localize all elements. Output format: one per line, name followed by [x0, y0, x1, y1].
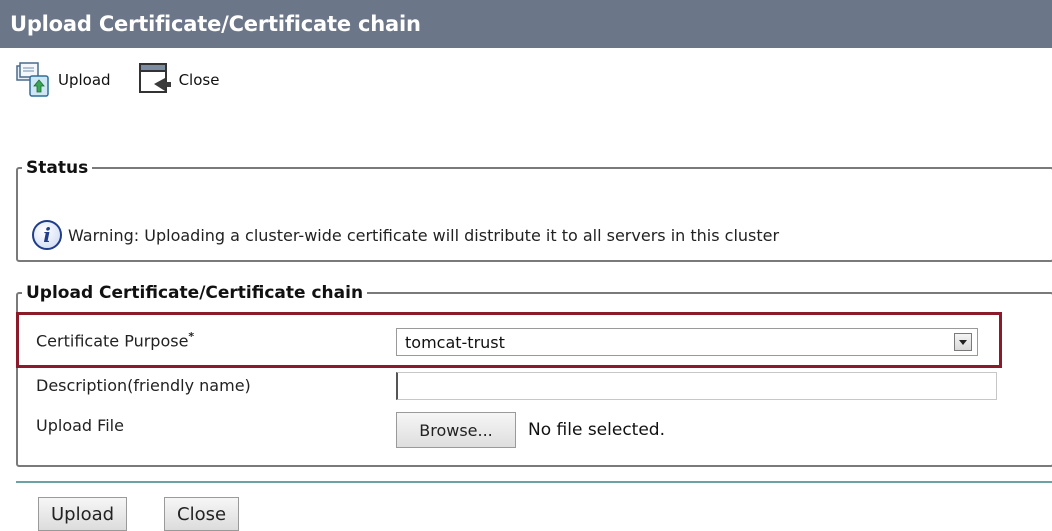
- required-mark: *: [188, 330, 195, 343]
- page-title: Upload Certificate/Certificate chain: [10, 12, 421, 36]
- status-message: Warning: Uploading a cluster-wide certif…: [68, 225, 780, 245]
- browse-button[interactable]: Browse...: [396, 412, 516, 448]
- certificate-purpose-value: tomcat-trust: [405, 332, 505, 352]
- toolbar-upload-label: Upload: [58, 71, 111, 89]
- status-section: Status i Warning: Uploading a cluster-wi…: [16, 158, 1052, 262]
- toolbar-close-button[interactable]: Close: [135, 60, 220, 100]
- upload-legend: Upload Certificate/Certificate chain: [26, 283, 364, 303]
- purpose-label-text: Certificate Purpose: [36, 331, 189, 351]
- chevron-down-icon[interactable]: [954, 333, 972, 351]
- close-window-icon: [135, 60, 175, 100]
- toolbar: Upload Close: [0, 50, 1052, 110]
- purpose-label: Certificate Purpose*: [36, 330, 194, 350]
- status-legend: Status: [26, 158, 89, 178]
- divider: [16, 481, 1052, 483]
- file-status-text: No file selected.: [528, 420, 665, 440]
- toolbar-close-label: Close: [178, 71, 220, 89]
- description-input[interactable]: [396, 372, 997, 400]
- upload-button[interactable]: Upload: [38, 497, 128, 531]
- description-label: Description(friendly name): [36, 376, 251, 395]
- close-button[interactable]: Close: [164, 497, 240, 531]
- upload-file-label: Upload File: [36, 416, 124, 435]
- upload-icon: [14, 60, 54, 100]
- info-icon: i: [32, 220, 62, 250]
- status-row: i Warning: Uploading a cluster-wide cert…: [32, 220, 779, 250]
- title-bar: Upload Certificate/Certificate chain: [0, 0, 1052, 48]
- certificate-purpose-select[interactable]: tomcat-trust: [396, 328, 978, 356]
- toolbar-upload-button[interactable]: Upload: [14, 60, 111, 100]
